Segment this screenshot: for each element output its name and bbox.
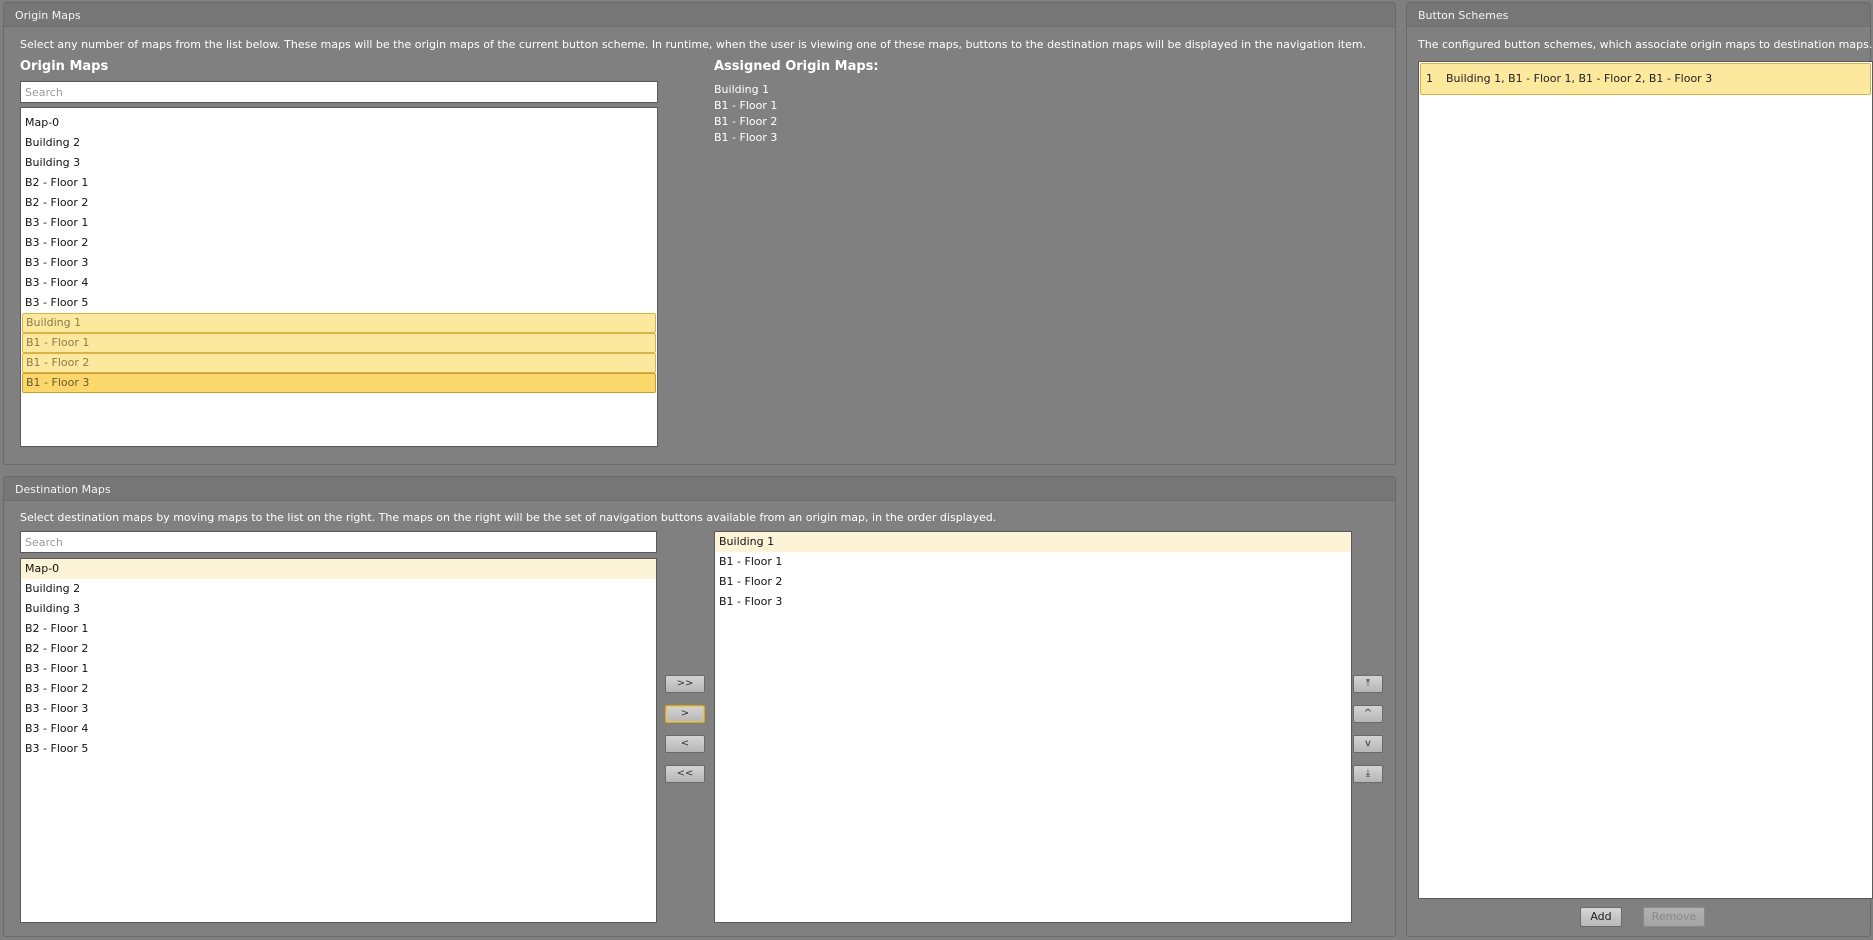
button-schemes-group-title: Button Schemes bbox=[1407, 3, 1870, 27]
selected-destination-item[interactable]: B1 - Floor 3 bbox=[715, 592, 1351, 612]
assigned-origin-maps-heading: Assigned Origin Maps: bbox=[714, 59, 879, 74]
available-destination-item[interactable]: Map-0 bbox=[21, 559, 656, 579]
origin-maps-group-title: Origin Maps bbox=[4, 3, 1395, 27]
origin-map-item[interactable]: B3 - Floor 3 bbox=[21, 253, 657, 273]
selected-destination-item[interactable]: B1 - Floor 2 bbox=[715, 572, 1351, 592]
origin-search-input[interactable] bbox=[20, 81, 658, 103]
origin-map-item[interactable]: B2 - Floor 2 bbox=[21, 193, 657, 213]
selected-destination-item[interactable]: B1 - Floor 1 bbox=[715, 552, 1351, 572]
available-destination-item[interactable]: B2 - Floor 1 bbox=[21, 619, 656, 639]
move-top-button[interactable]: ⤒ bbox=[1353, 675, 1383, 693]
destination-maps-description: Select destination maps by moving maps t… bbox=[20, 511, 997, 524]
available-destination-item[interactable]: B2 - Floor 2 bbox=[21, 639, 656, 659]
available-destination-item[interactable]: Building 2 bbox=[21, 579, 656, 599]
assigned-origin-maps-list: Building 1 B1 - Floor 1 B1 - Floor 2 B1 - F… bbox=[714, 82, 777, 146]
origin-map-item[interactable]: B3 - Floor 5 bbox=[21, 293, 657, 313]
origin-map-item[interactable]: Building 3 bbox=[21, 153, 657, 173]
remove-scheme-button[interactable]: Remove bbox=[1643, 907, 1705, 927]
button-scheme-row[interactable]: 1 Building 1, B1 - Floor 1, B1 - Floor 2,… bbox=[1420, 63, 1871, 95]
origin-map-item[interactable]: B2 - Floor 1 bbox=[21, 173, 657, 193]
origin-maps-heading: Origin Maps bbox=[20, 59, 109, 74]
selected-destination-maps-list[interactable]: Building 1 B1 - Floor 1 B1 - Floor 2 B1 - F… bbox=[714, 531, 1352, 923]
move-down-button[interactable]: v bbox=[1353, 735, 1383, 753]
add-scheme-button[interactable]: Add bbox=[1580, 907, 1622, 927]
remove-button[interactable]: < bbox=[665, 735, 705, 753]
origin-map-item[interactable]: Building 2 bbox=[21, 133, 657, 153]
origin-map-item[interactable]: B3 - Floor 4 bbox=[21, 273, 657, 293]
remove-all-button[interactable]: << bbox=[665, 765, 705, 783]
add-button[interactable]: > bbox=[665, 705, 705, 723]
destination-search-input[interactable] bbox=[20, 531, 657, 553]
add-all-button[interactable]: >> bbox=[665, 675, 705, 693]
available-destination-item[interactable]: B3 - Floor 4 bbox=[21, 719, 656, 739]
move-bottom-button[interactable]: ⤓ bbox=[1353, 765, 1383, 783]
assigned-origin-map: B1 - Floor 3 bbox=[714, 131, 778, 144]
move-up-button[interactable]: ^ bbox=[1353, 705, 1383, 723]
button-schemes-description: The configured button schemes, which ass… bbox=[1418, 38, 1873, 51]
origin-map-item[interactable]: B3 - Floor 1 bbox=[21, 213, 657, 233]
assigned-origin-map: B1 - Floor 1 bbox=[714, 99, 778, 112]
assigned-origin-map: B1 - Floor 2 bbox=[714, 115, 778, 128]
origin-maps-list[interactable]: Map-0 Building 2 Building 3 B2 - Floor 1 B2 … bbox=[20, 107, 658, 447]
origin-map-item[interactable]: Map-0 bbox=[21, 113, 657, 133]
available-destination-item[interactable]: B3 - Floor 2 bbox=[21, 679, 656, 699]
origin-maps-description: Select any number of maps from the list … bbox=[20, 38, 1367, 51]
destination-maps-group: Destination Maps Select destination maps… bbox=[3, 476, 1396, 937]
origin-map-item[interactable]: Building 1 bbox=[22, 313, 656, 333]
origin-map-item[interactable]: B3 - Floor 2 bbox=[21, 233, 657, 253]
origin-map-item[interactable]: B1 - Floor 2 bbox=[22, 353, 656, 373]
button-schemes-list[interactable]: 1 Building 1, B1 - Floor 1, B1 - Floor 2,… bbox=[1418, 61, 1873, 899]
available-destination-item[interactable]: Building 3 bbox=[21, 599, 656, 619]
available-destination-item[interactable]: B3 - Floor 5 bbox=[21, 739, 656, 759]
button-schemes-group: Button Schemes The configured button sch… bbox=[1406, 2, 1873, 937]
destination-maps-group-title: Destination Maps bbox=[4, 477, 1395, 501]
scheme-number: 1 bbox=[1426, 72, 1433, 85]
scheme-text: Building 1, B1 - Floor 1, B1 - Floor 2, … bbox=[1446, 72, 1713, 85]
origin-map-item[interactable]: B1 - Floor 1 bbox=[22, 333, 656, 353]
origin-map-item[interactable]: B1 - Floor 3 bbox=[22, 373, 656, 393]
origin-maps-group: Origin Maps Select any number of maps fr… bbox=[3, 2, 1396, 465]
available-destination-maps-list[interactable]: Map-0 Building 2 Building 3 B2 - Floor 1 B2 … bbox=[20, 558, 657, 923]
available-destination-item[interactable]: B3 - Floor 3 bbox=[21, 699, 656, 719]
assigned-origin-map: Building 1 bbox=[714, 83, 770, 96]
selected-destination-item[interactable]: Building 1 bbox=[715, 532, 1351, 552]
available-destination-item[interactable]: B3 - Floor 1 bbox=[21, 659, 656, 679]
